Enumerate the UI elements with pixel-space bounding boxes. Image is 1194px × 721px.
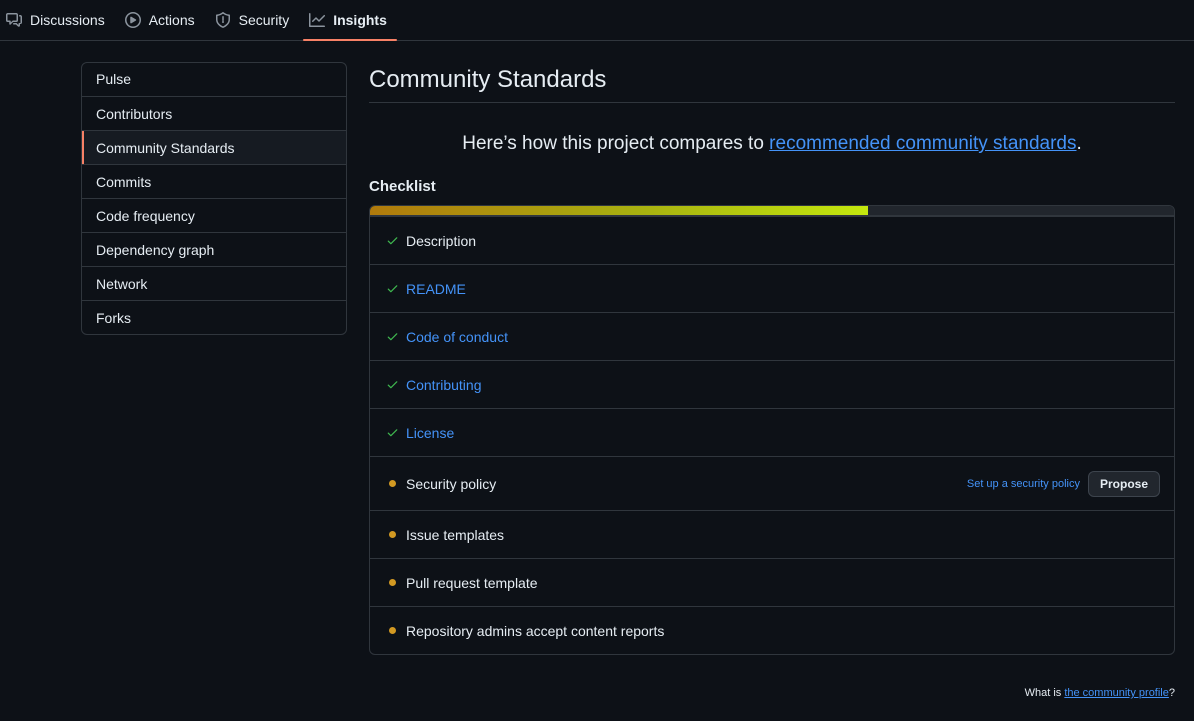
check-icon [387, 429, 398, 437]
footer-suffix: ? [1168, 687, 1175, 699]
sidebar-item-dependency-graph[interactable]: Dependency graph [82, 232, 346, 266]
pending-dot-icon [389, 579, 396, 586]
insights-sidebar: Pulse Contributors Community Standards C… [81, 62, 347, 335]
checklist-item-issue-templates: Issue templates [370, 510, 1174, 558]
footer-prefix: What is [1024, 687, 1065, 699]
pending-mark [386, 579, 406, 586]
code-of-conduct-link[interactable]: Code of conduct [406, 329, 508, 345]
contributing-link[interactable]: Contributing [406, 377, 482, 393]
progress-bar-fill [370, 206, 869, 215]
propose-button[interactable]: Propose [1087, 470, 1160, 497]
checklist-item-label: Pull request template [406, 574, 538, 591]
pending-mark [386, 480, 406, 487]
sidebar-item-community-standards[interactable]: Community Standards [82, 130, 346, 164]
graph-icon [309, 13, 326, 27]
tab-label: Actions [148, 12, 195, 28]
tab-discussions[interactable]: Discussions [0, 0, 115, 40]
shield-icon [215, 12, 230, 28]
community-profile-footer: What is the community profile? [1025, 687, 1175, 699]
pending-dot-icon [389, 480, 396, 487]
tab-label: Security [238, 12, 290, 28]
recommended-standards-link[interactable]: recommended community standards [769, 133, 1076, 154]
sidebar-item-forks[interactable]: Forks [82, 300, 346, 334]
setup-security-policy-link[interactable]: Set up a security policy [967, 478, 1080, 490]
checklist-item-label: Repository admins accept content reports [406, 622, 665, 639]
checklist-item-label: Issue templates [406, 526, 505, 543]
tab-actions[interactable]: Actions [119, 0, 205, 40]
check-mark [386, 378, 406, 391]
checklist-item-readme: README [370, 264, 1174, 312]
pending-dot-icon [389, 627, 396, 634]
sidebar-item-pulse[interactable]: Pulse [82, 63, 346, 96]
checklist-item-license: License [370, 408, 1174, 456]
check-mark [386, 234, 406, 247]
checklist-item-pull-request-template: Pull request template [370, 558, 1174, 606]
play-icon [124, 12, 141, 28]
security-policy-actions: Set up a security policy Propose [967, 470, 1160, 497]
checklist-item-security-policy: Security policy Set up a security policy… [370, 456, 1174, 510]
pending-mark [386, 531, 406, 538]
repo-nav: Discussions Actions Security Insights [0, 0, 1194, 41]
sidebar-item-contributors[interactable]: Contributors [82, 96, 346, 130]
community-profile-link[interactable]: the community profile [1064, 687, 1169, 699]
check-icon [387, 381, 398, 389]
progress-bar [370, 206, 1174, 216]
lead-suffix: . [1076, 133, 1082, 154]
tab-security[interactable]: Security [209, 0, 300, 40]
pending-mark [386, 627, 406, 634]
readme-link[interactable]: README [406, 281, 466, 297]
checklist-box: Description README Code of conduct Contr… [369, 205, 1175, 655]
check-icon [387, 237, 398, 245]
check-icon [387, 333, 398, 341]
sidebar-item-network[interactable]: Network [82, 266, 346, 300]
sidebar-item-commits[interactable]: Commits [82, 164, 346, 198]
checklist-item-label: Security policy [406, 475, 497, 492]
pending-dot-icon [389, 531, 396, 538]
checklist-title: Checklist [369, 178, 436, 195]
tab-insights[interactable]: Insights [303, 0, 397, 41]
lead-text: Here’s how this project compares to reco… [369, 133, 1175, 161]
tab-label: Insights [333, 12, 387, 28]
tab-label: Discussions [30, 12, 105, 28]
checklist-item-description: Description [370, 216, 1174, 264]
check-mark [386, 330, 406, 343]
lead-prefix: Here’s how this project compares to [462, 133, 770, 154]
sidebar-item-code-frequency[interactable]: Code frequency [82, 198, 346, 232]
main-content: Community Standards Here’s how this proj… [369, 62, 1175, 655]
page-title: Community Standards [369, 62, 1175, 103]
check-mark [386, 282, 406, 295]
check-mark [386, 426, 406, 439]
checklist-item-code-of-conduct: Code of conduct [370, 312, 1174, 360]
check-icon [387, 285, 398, 293]
checklist-item-contributing: Contributing [370, 360, 1174, 408]
checklist-item-label: Description [406, 232, 477, 249]
license-link[interactable]: License [406, 425, 454, 441]
checklist-item-content-reports: Repository admins accept content reports [370, 606, 1174, 654]
comment-discussion-icon [6, 13, 22, 27]
